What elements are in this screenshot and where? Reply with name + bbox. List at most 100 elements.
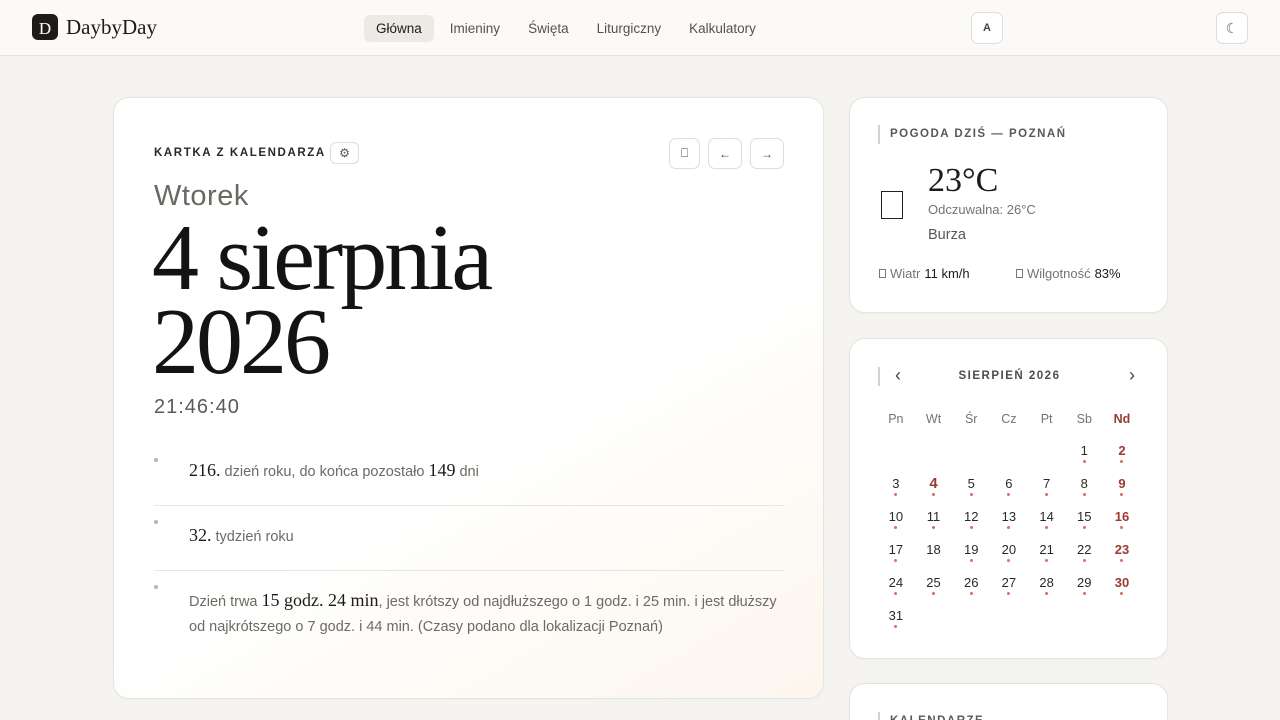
event-dot — [1120, 460, 1124, 463]
calendar-day[interactable]: 31 — [877, 604, 915, 637]
calendar-day[interactable]: 30 — [1103, 571, 1141, 604]
calendar-day[interactable]: 16 — [1103, 505, 1141, 538]
event-dot — [894, 625, 898, 628]
calendar-day[interactable]: 27 — [990, 571, 1028, 604]
day-length: 15 godz. 24 min — [261, 590, 379, 610]
next-day-button[interactable]: → — [750, 138, 784, 169]
calendar-weekday-header: Pn Wt Śr Cz Pt Sb Nd — [877, 412, 1141, 426]
wind-value: 11 km/h — [924, 266, 970, 281]
calendar-day[interactable]: 8 — [1065, 472, 1103, 505]
weekday-label: Cz — [1001, 412, 1017, 426]
event-dot — [1007, 592, 1011, 595]
event-dot — [1082, 559, 1086, 562]
calendar-day[interactable]: 9 — [1103, 472, 1141, 505]
weather-card: POGODA DZIŚ — POZNAŃ 23°C Odczuwalna: 26… — [849, 97, 1168, 313]
calendar-empty-cell — [1103, 604, 1141, 637]
event-dot — [1045, 559, 1049, 562]
event-dot — [932, 526, 936, 529]
calendar-day[interactable]: 7 — [1028, 472, 1066, 505]
nav-item-glowna[interactable]: Główna — [364, 15, 434, 42]
calendar-day[interactable]: 24 — [877, 571, 915, 604]
calendar-day[interactable]: 25 — [915, 571, 953, 604]
chevron-right-icon[interactable]: › — [1129, 365, 1135, 386]
calendar-day[interactable]: 5 — [952, 472, 990, 505]
calendar-day[interactable]: 14 — [1028, 505, 1066, 538]
event-dot — [1007, 493, 1011, 496]
event-dot — [932, 592, 936, 595]
calendar-day[interactable]: 23 — [1103, 538, 1141, 571]
chevron-left-icon[interactable]: ‹ — [895, 365, 901, 386]
calendar-empty-cell — [952, 604, 990, 637]
weekday-label: Pn — [888, 412, 904, 426]
brand-link[interactable]: D DaybyDay — [32, 14, 157, 40]
calendar-empty-cell — [1028, 604, 1066, 637]
days-left: 149 — [428, 460, 456, 480]
calendar-empty-cell — [1028, 439, 1066, 472]
calendar-day[interactable]: 10 — [877, 505, 915, 538]
fact-text: Dzień trwa — [189, 594, 262, 610]
calendar-day[interactable]: 22 — [1065, 538, 1103, 571]
calendar-week-row: 12 — [877, 439, 1141, 472]
calendar-day[interactable]: 13 — [990, 505, 1028, 538]
calendar-day[interactable]: 18 — [915, 538, 953, 571]
event-dot — [894, 559, 898, 562]
wind-stat: Wiatr 11 km/h — [879, 266, 970, 281]
event-dot — [1007, 559, 1011, 562]
fact-text: dzień roku, do końca pozostało — [220, 464, 429, 480]
event-dot — [1045, 592, 1049, 595]
event-dot — [969, 526, 973, 529]
temperature: 23°C — [928, 162, 999, 199]
calendar-day[interactable]: 3 — [877, 472, 915, 505]
calendar-day[interactable]: 2 — [1103, 439, 1141, 472]
date-day-month: 4 sierpnia — [152, 206, 493, 310]
calendar-day[interactable]: 28 — [1028, 571, 1066, 604]
calendar-day[interactable]: 11 — [915, 505, 953, 538]
share-icon[interactable]: ⎕ — [669, 138, 700, 169]
humidity-label: Wilgotność — [1027, 266, 1091, 281]
nav-item-liturgiczny[interactable]: Liturgiczny — [585, 15, 674, 42]
font-size-button[interactable]: A — [971, 12, 1003, 44]
event-dot — [969, 592, 973, 595]
nav-item-imieniny[interactable]: Imieniny — [438, 15, 512, 42]
moon-icon[interactable]: ☾ — [1216, 12, 1248, 44]
calendar-grid: 1 2 3 4 5 6 7 8 9 10 11 12 13 14 15 16 17 18 19 20 21 22 23 24 2… — [877, 439, 1141, 637]
month-calendar-card: SIERPIEŃ 2026 ‹ › Pn Wt Śr Cz Pt Sb Nd 1234567… — [849, 338, 1168, 659]
calendar-day[interactable]: 6 — [990, 472, 1028, 505]
calendar-empty-cell — [1065, 604, 1103, 637]
calendar-empty-cell — [877, 439, 915, 472]
event-dot — [894, 592, 898, 595]
fact-text: tydzień roku — [211, 529, 294, 545]
event-dot — [1120, 592, 1124, 595]
gear-icon[interactable]: ⚙ — [330, 142, 359, 164]
event-dot — [1082, 592, 1086, 595]
calendar-day[interactable]: 21 — [1028, 538, 1066, 571]
event-dot — [1045, 493, 1049, 496]
calendar-day[interactable]: 17 — [877, 538, 915, 571]
weekday-label: Śr — [964, 412, 978, 426]
event-dot — [1045, 526, 1049, 529]
clock: 21:46:40 — [154, 396, 240, 418]
calendar-empty-cell — [990, 439, 1028, 472]
event-dot — [969, 559, 973, 562]
storm-icon — [881, 191, 903, 219]
weekday-label: Pt — [1040, 412, 1053, 426]
fact-day-length: Dzień trwa 15 godz. 24 min, jest krótszy… — [154, 571, 784, 640]
calendar-day[interactable]: 1 — [1065, 439, 1103, 472]
previous-day-button[interactable]: ← — [708, 138, 742, 169]
bullet-dot — [154, 520, 158, 524]
calendar-page-card: KARTKA Z KALENDARZA ⚙ ⎕ ← → Wtorek 4 sie… — [113, 97, 824, 699]
event-dot — [1082, 460, 1086, 463]
nav-item-swieta[interactable]: Święta — [516, 15, 581, 42]
calendars-title: KALENDARZE — [878, 712, 984, 720]
weather-title: POGODA DZIŚ — POZNAŃ — [878, 125, 1067, 144]
calendar-day[interactable]: 19 — [952, 538, 990, 571]
calendar-empty-cell — [915, 604, 953, 637]
calendar-week-row: 3456789 — [877, 472, 1141, 505]
nav-item-kalkulatory[interactable]: Kalkulatory — [677, 15, 768, 42]
calendar-day[interactable]: 4 — [915, 472, 953, 505]
calendar-day[interactable]: 26 — [952, 571, 990, 604]
calendar-day[interactable]: 15 — [1065, 505, 1103, 538]
calendar-day[interactable]: 12 — [952, 505, 990, 538]
calendar-day[interactable]: 20 — [990, 538, 1028, 571]
calendar-day[interactable]: 29 — [1065, 571, 1103, 604]
